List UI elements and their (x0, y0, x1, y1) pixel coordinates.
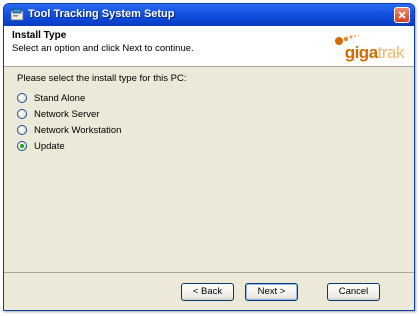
option-label: Network Workstation (34, 124, 122, 136)
radio-stand-alone[interactable] (17, 93, 27, 103)
option-label: Network Server (34, 108, 100, 120)
cancel-button[interactable]: Cancel (327, 283, 380, 301)
gigatrak-logo: gigatrak (314, 32, 405, 62)
logo-text-giga: giga (344, 43, 378, 62)
install-type-options: Stand Alone Network Server Network Works… (17, 91, 121, 155)
option-network-workstation[interactable]: Network Workstation (17, 123, 121, 137)
radio-network-workstation[interactable] (17, 125, 27, 135)
option-network-server[interactable]: Network Server (17, 107, 121, 121)
page-title: Install Type (12, 30, 67, 41)
install-type-prompt: Please select the install type for this … (17, 73, 187, 84)
option-stand-alone[interactable]: Stand Alone (17, 91, 121, 105)
back-button[interactable]: < Back (181, 283, 234, 301)
next-button[interactable]: Next > (245, 283, 298, 301)
radio-network-server[interactable] (17, 109, 27, 119)
setup-window: Tool Tracking System Setup Install Type … (3, 3, 415, 311)
logo-text-trak: trak (377, 43, 405, 62)
option-update[interactable]: Update (17, 139, 121, 153)
title-bar[interactable]: Tool Tracking System Setup (4, 4, 414, 26)
close-button[interactable] (394, 7, 410, 23)
footer-divider (4, 272, 414, 273)
wizard-header: Install Type Select an option and click … (4, 26, 414, 67)
option-label: Update (34, 140, 65, 152)
option-label: Stand Alone (34, 92, 86, 104)
window-title: Tool Tracking System Setup (28, 8, 175, 20)
page-subtitle: Select an option and click Next to conti… (12, 43, 194, 54)
logo-wordmark: gigatrak (344, 43, 405, 62)
app-icon (10, 8, 24, 22)
radio-update[interactable] (17, 141, 27, 151)
close-icon (398, 11, 406, 19)
